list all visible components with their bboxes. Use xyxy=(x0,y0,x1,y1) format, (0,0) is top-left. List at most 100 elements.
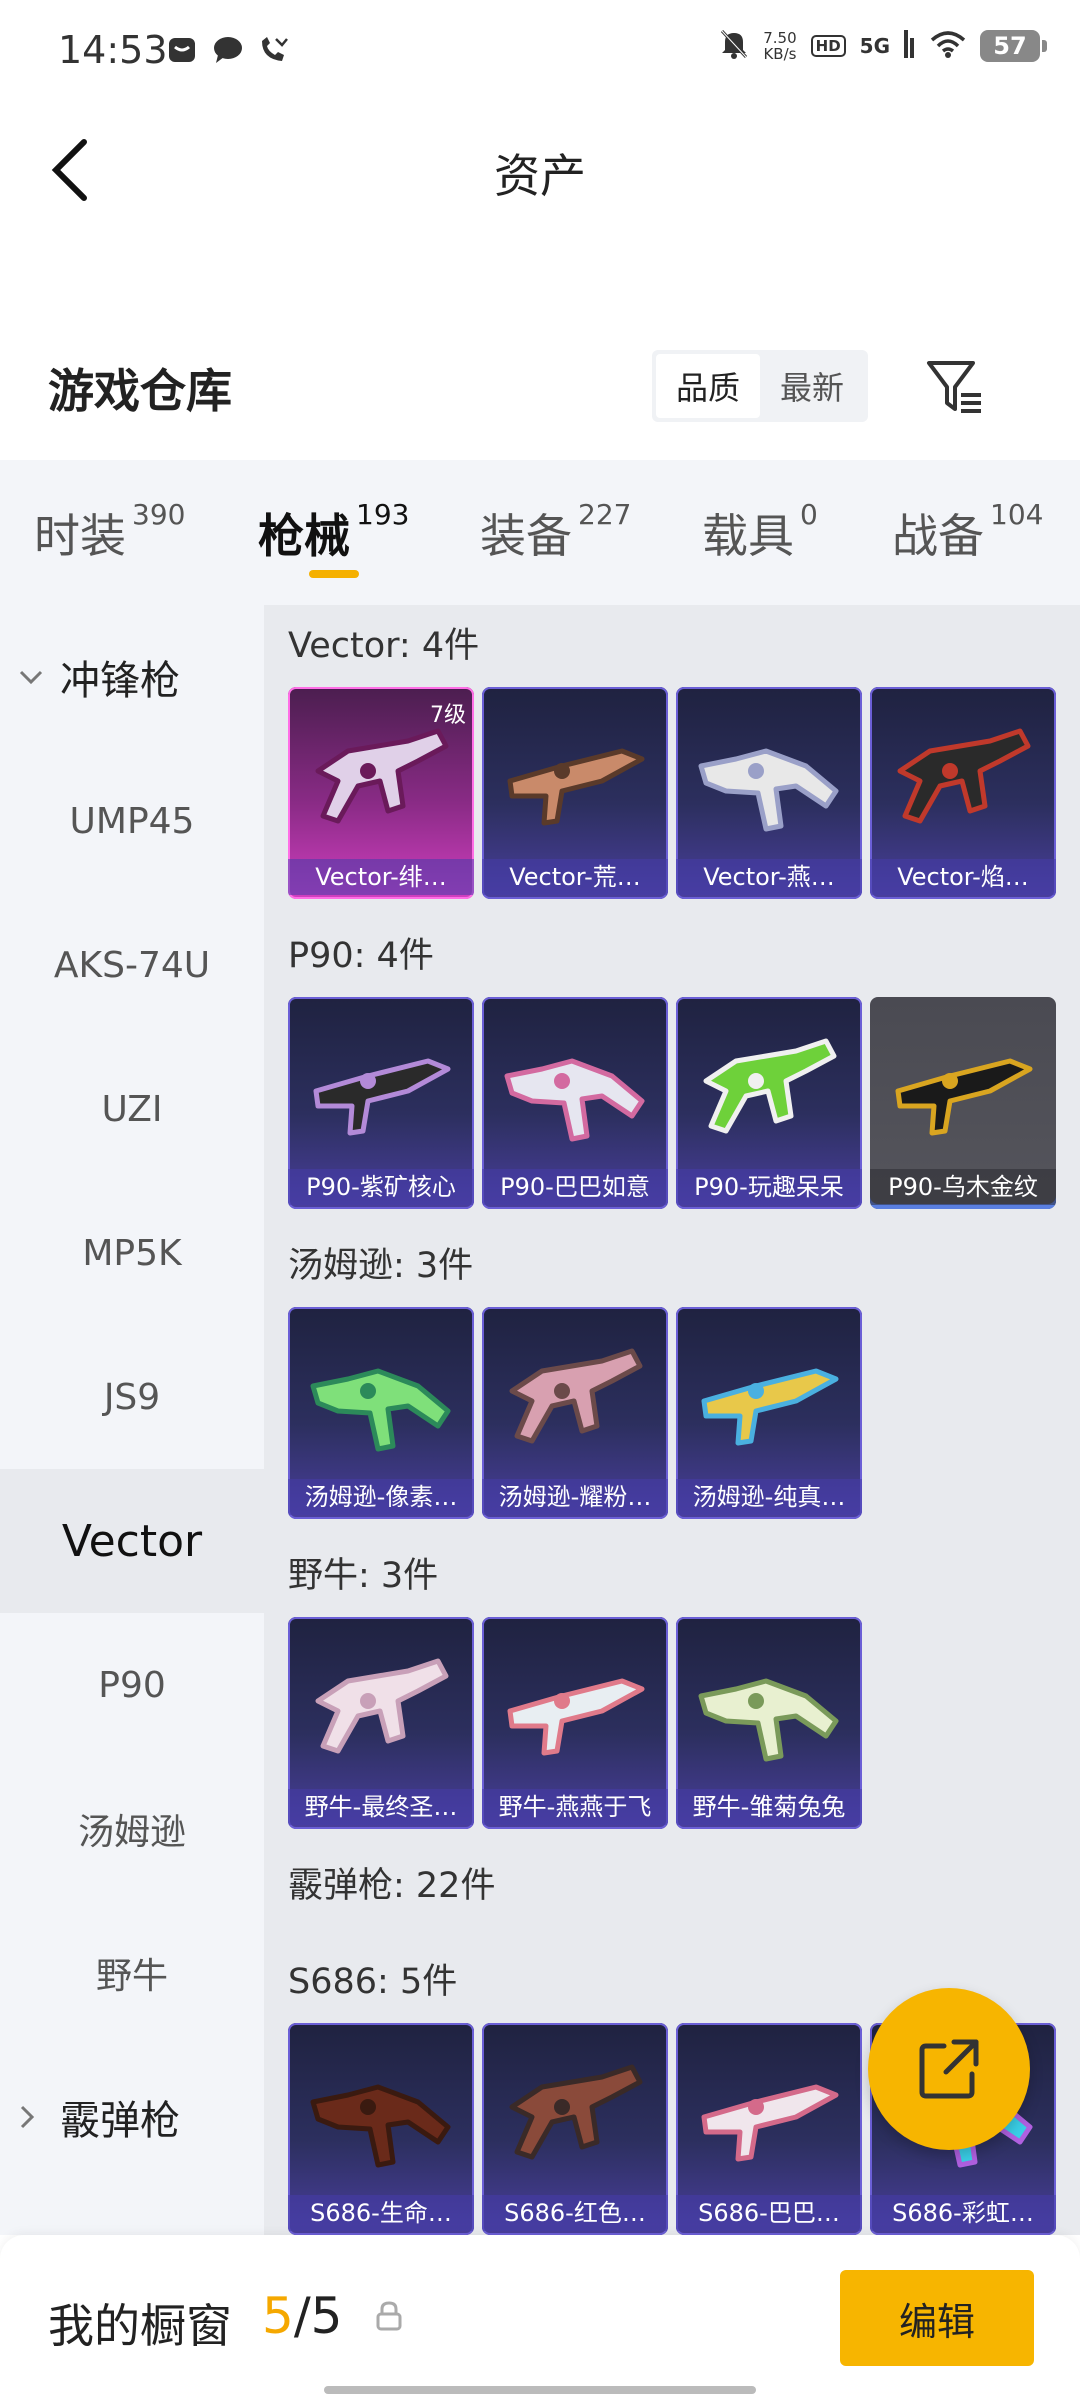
filter-icon xyxy=(927,361,981,413)
gun-skin-image xyxy=(507,748,645,826)
tab-count: 390 xyxy=(132,498,186,531)
gun-skin-image xyxy=(509,1348,643,1444)
skin-card[interactable]: 汤姆逊-像素… xyxy=(288,1307,474,1519)
gun-skin-image xyxy=(701,2084,839,2162)
skin-card[interactable]: 野牛-最终圣… xyxy=(288,1617,474,1829)
tab-count: 0 xyxy=(800,498,818,531)
sidebar-item-bizon[interactable]: 野牛 xyxy=(0,1901,264,2045)
tab-fashion[interactable]: 时装 390 xyxy=(34,498,186,566)
sidebar-group-smg[interactable]: 冲锋枪 xyxy=(0,605,264,749)
level-badge: 7级 xyxy=(430,703,466,728)
gun-skin-image xyxy=(310,2084,451,2168)
tab-vehicles[interactable]: 载具 0 xyxy=(702,498,818,566)
gun-skin-image xyxy=(315,1658,449,1754)
section-title: 汤姆逊: 3件 xyxy=(288,1246,474,1286)
gun-skin-image xyxy=(703,1038,837,1134)
skin-card[interactable]: P90-巴巴如意 xyxy=(482,997,668,1209)
share-fab[interactable] xyxy=(868,1988,1030,2150)
gun-skin-image xyxy=(701,1368,839,1446)
skin-name: S686-彩虹… xyxy=(870,2195,1056,2231)
top-nav: 资产 xyxy=(0,105,1080,235)
sidebar-item-js9[interactable]: JS9 xyxy=(0,1325,264,1469)
skin-card[interactable]: S686-红色… xyxy=(482,2023,668,2235)
section-title: 霰弹枪: 22件 xyxy=(288,1866,496,1906)
battery-indicator: 57 xyxy=(980,30,1047,62)
share-external-icon xyxy=(919,2039,979,2099)
tab-label: 载具 xyxy=(702,509,794,563)
skin-name: Vector-绯… xyxy=(288,859,474,895)
skin-card[interactable]: P90-乌木金纹 xyxy=(870,997,1056,1209)
skin-name: Vector-焰… xyxy=(870,859,1056,895)
network-type: 5G xyxy=(859,34,890,58)
showcase-separator: / xyxy=(293,2287,311,2345)
status-time: 14:53 xyxy=(58,28,168,72)
message-icon xyxy=(212,34,244,66)
skin-card[interactable]: 汤姆逊-耀粉… xyxy=(482,1307,668,1519)
sidebar-item-aks74u[interactable]: AKS-74U xyxy=(0,893,264,1037)
sidebar-item-mp5k[interactable]: MP5K xyxy=(0,1181,264,1325)
section-title: S686: 5件 xyxy=(288,1962,458,2002)
skin-name: P90-紫矿核心 xyxy=(288,1169,474,1205)
active-tab-indicator xyxy=(309,570,359,578)
gun-skin-image xyxy=(504,1058,645,1142)
skin-card[interactable]: 7级 Vector-绯… xyxy=(288,687,474,899)
sort-quality-button[interactable]: 品质 xyxy=(656,354,760,418)
showcase-total: 5 xyxy=(310,2287,343,2345)
skin-card[interactable]: Vector-荒… xyxy=(482,687,668,899)
net-speed-unit: KB/s xyxy=(763,45,797,63)
hd-badge: HD xyxy=(810,35,846,57)
chevron-down-icon xyxy=(18,664,44,690)
skin-name: Vector-荒… xyxy=(482,859,668,895)
sidebar-item-ump45[interactable]: UMP45 xyxy=(0,749,264,893)
gun-skin-image xyxy=(895,1058,1033,1136)
showcase-bar: 我的橱窗 5/5 编辑 xyxy=(0,2235,1080,2400)
lock-icon xyxy=(375,2301,403,2331)
tab-count: 104 xyxy=(990,498,1044,531)
sidebar-group-shotgun[interactable]: 霰弹枪 xyxy=(0,2045,264,2189)
sidebar-item-uzi[interactable]: UZI xyxy=(0,1037,264,1181)
sort-toggle: 品质 最新 xyxy=(652,350,868,422)
sidebar-item-vector[interactable]: Vector xyxy=(0,1469,264,1613)
sidebar-item-p90[interactable]: P90 xyxy=(0,1613,264,1757)
home-indicator[interactable] xyxy=(324,2386,756,2394)
skin-card[interactable]: 野牛-燕燕于飞 xyxy=(482,1617,668,1829)
sidebar-item-thompson[interactable]: 汤姆逊 xyxy=(0,1757,264,1901)
gun-skin-image xyxy=(313,1058,451,1136)
skin-card[interactable]: S686-巴巴… xyxy=(676,2023,862,2235)
skin-card[interactable]: 野牛-雏菊兔兔 xyxy=(676,1617,862,1829)
skin-card[interactable]: P90-玩趣呆呆 xyxy=(676,997,862,1209)
tab-guns[interactable]: 枪械 193 xyxy=(258,498,410,566)
section-title: Vector: 4件 xyxy=(288,626,480,666)
weapon-sidebar: 冲锋枪 UMP45 AKS-74U UZI MP5K JS9 Vector P9… xyxy=(0,605,264,2235)
skin-name: S686-红色… xyxy=(482,2195,668,2231)
sidebar-item-label: 霰弹枪 xyxy=(60,2098,180,2144)
skin-name: P90-玩趣呆呆 xyxy=(676,1169,862,1205)
net-speed-value: 7.50 xyxy=(763,29,797,47)
tab-label: 装备 xyxy=(480,509,572,563)
skin-card[interactable]: S686-生命… xyxy=(288,2023,474,2235)
sort-newest-button[interactable]: 最新 xyxy=(760,354,864,418)
tab-count: 193 xyxy=(356,498,410,531)
skin-card[interactable]: 汤姆逊-纯真… xyxy=(676,1307,862,1519)
skin-name: 汤姆逊-像素… xyxy=(288,1479,474,1515)
gun-skin-image xyxy=(509,2064,643,2160)
gun-skin-image xyxy=(507,1678,645,1756)
skin-card[interactable]: P90-紫矿核心 xyxy=(288,997,474,1209)
gun-skin-image xyxy=(698,748,839,832)
tab-equipment[interactable]: 装备 227 xyxy=(480,498,631,566)
edit-button[interactable]: 编辑 xyxy=(840,2270,1034,2366)
skin-card[interactable]: Vector-燕… xyxy=(676,687,862,899)
skin-name: 野牛-雏菊兔兔 xyxy=(676,1789,862,1825)
skin-card[interactable]: Vector-焰… xyxy=(870,687,1056,899)
sidebar-item-label: 冲锋枪 xyxy=(60,658,180,704)
skin-name: 汤姆逊-纯真… xyxy=(676,1479,862,1515)
gun-skin-image xyxy=(897,728,1031,824)
signal-icon xyxy=(904,30,916,62)
showcase-count: 5/5 xyxy=(262,2287,342,2345)
app-notification-icon xyxy=(166,34,198,66)
wifi-icon xyxy=(930,30,966,62)
filter-button[interactable] xyxy=(920,352,990,422)
warehouse-title: 游戏仓库 xyxy=(48,364,232,418)
skin-name: S686-生命… xyxy=(288,2195,474,2231)
tab-supplies[interactable]: 战备 104 xyxy=(892,498,1044,566)
